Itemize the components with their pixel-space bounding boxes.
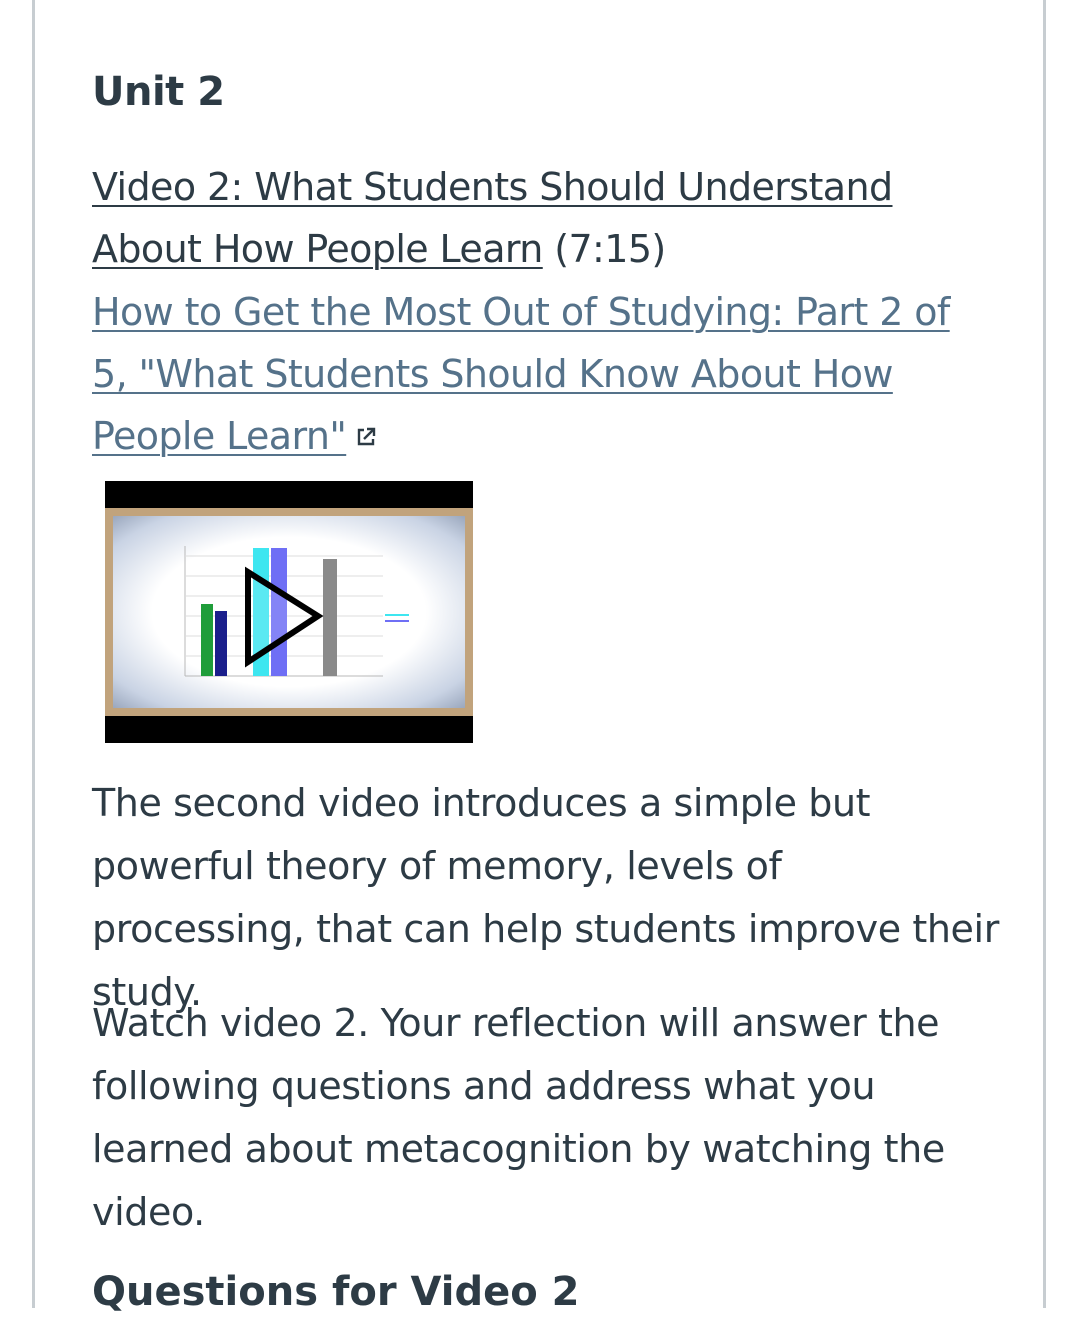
video-duration: (7:15) — [554, 227, 666, 271]
video-title-link[interactable]: Video 2: What Students Should Understand… — [92, 165, 893, 271]
video-title-line: Video 2: What Students Should Understand… — [92, 156, 992, 280]
questions-heading: Questions for Video 2 — [92, 1269, 580, 1315]
external-link-line: How to Get the Most Out of Studying: Par… — [92, 281, 992, 467]
thumbnail-board — [105, 508, 473, 716]
unit-heading: Unit 2 — [92, 69, 225, 115]
video-thumbnail[interactable] — [105, 481, 473, 743]
thumb-bar-navy — [215, 611, 227, 676]
thumb-bar-green — [201, 604, 213, 676]
thumbnail-graphic — [184, 546, 409, 677]
external-link-icon[interactable] — [354, 405, 378, 467]
thumbnail-screen — [113, 516, 465, 708]
thumb-bar-gray — [323, 559, 337, 676]
intro-paragraph: The second video introduces a simple but… — [92, 781, 999, 1014]
external-video-link[interactable]: How to Get the Most Out of Studying: Par… — [92, 290, 950, 458]
instructions-paragraph: Watch video 2. Your reflection will answ… — [92, 1001, 945, 1234]
